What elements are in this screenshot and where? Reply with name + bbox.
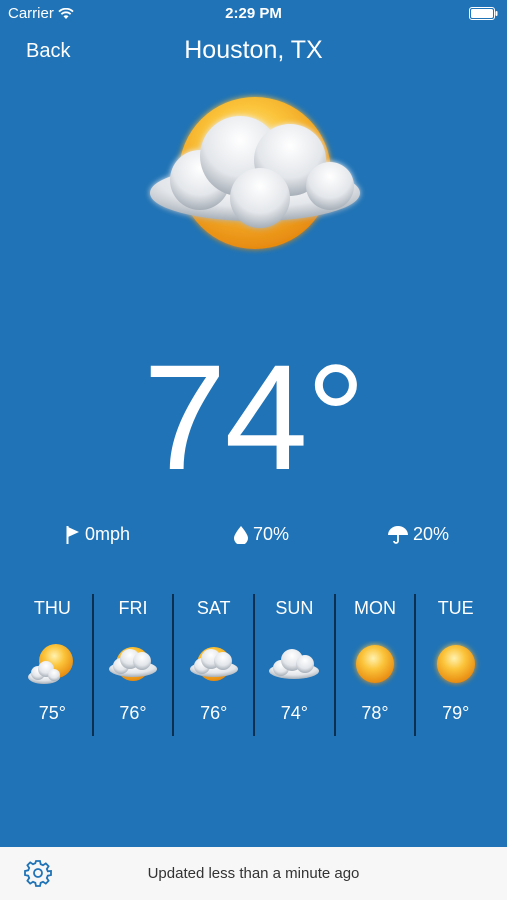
footer-bar: Updated less than a minute ago [0,847,507,900]
sun-icon [436,645,475,683]
forecast-day: THU 75° [13,594,92,736]
forecast-day: SUN 74° [253,594,334,736]
status-time: 2:29 PM [225,5,282,22]
battery-icon [469,7,499,24]
wind-speed: 0mph [85,524,131,544]
forecast-day-label: SAT [196,598,231,618]
current-temperature: 74° [143,333,366,501]
status-bar: Carrier 2:29 PM [0,0,507,28]
forecast-day-label: TUE [437,598,474,618]
humidity-stat: 70% [234,524,289,545]
forecast-temp: 74° [280,703,308,723]
humidity-value: 70% [253,524,290,544]
wind-stat: 0mph [66,524,130,545]
city-title: Houston, TX [184,36,323,64]
forecast-day: FRI 76° [91,594,173,736]
forecast-day: TUE 79° [414,594,495,736]
umbrella-icon [388,525,408,544]
forecast-temp: 75° [38,703,66,723]
forecast-day-label: SUN [275,598,314,618]
flag-icon [66,525,79,544]
partly-cloudy-icon [189,647,238,681]
forecast-day: MON 78° [333,594,415,736]
forecast-day: SAT 76° [172,594,253,736]
precipitation-value: 20% [413,524,450,544]
sun-cloud-icon [28,644,74,684]
forecast-temp: 78° [361,703,389,723]
forecast-temp: 76° [200,703,228,723]
forecast-row: THU 75° FRI 76° SAT 76° SUN 74° MON 78° … [13,594,495,736]
sun-icon [356,645,395,683]
droplet-icon [234,525,248,544]
last-updated-text: Updated less than a minute ago [147,865,360,882]
forecast-day-label: FRI [118,598,148,618]
forecast-temp: 76° [119,703,147,723]
forecast-temp: 79° [442,703,470,723]
navigation-bar: Back Houston, TX [0,28,507,76]
partly-cloudy-icon [109,647,157,681]
cloudy-icon [269,649,320,679]
forecast-day-label: MON [354,598,397,618]
partly-cloudy-icon [140,88,370,258]
forecast-day-label: THU [33,598,71,618]
precipitation-stat: 20% [388,524,449,545]
